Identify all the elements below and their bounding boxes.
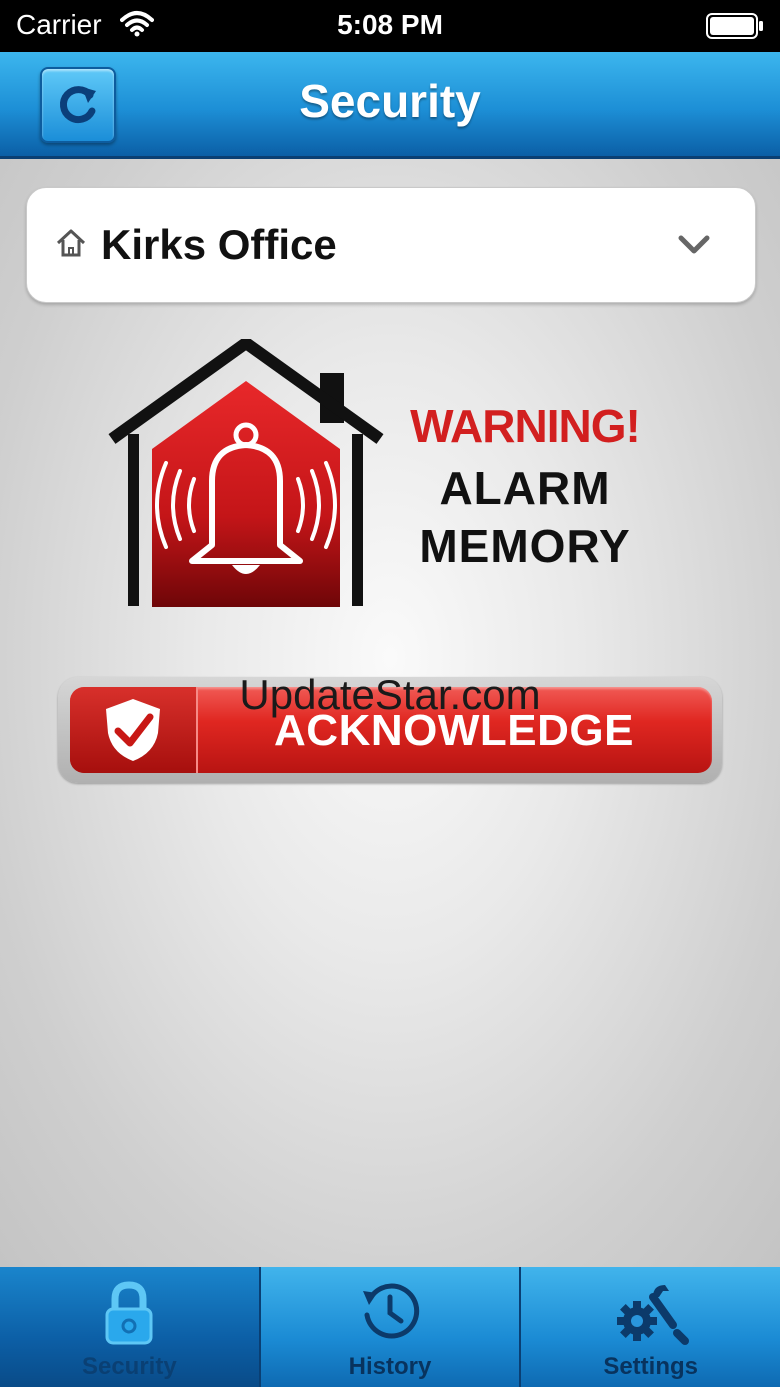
location-selector[interactable]: Kirks Office (26, 187, 756, 303)
warning-label: WARNING! (410, 400, 641, 452)
tab-history[interactable]: History (258, 1267, 520, 1387)
status-bar: Carrier 5:08 PM (0, 0, 780, 52)
alarm-label: ALARM (439, 462, 611, 514)
tab-security[interactable]: Security (0, 1267, 259, 1387)
tab-label: Security (81, 1353, 177, 1380)
battery-icon (706, 13, 763, 39)
tab-bar: Security History Settings (0, 1267, 780, 1387)
watermark: UpdateStar.com (239, 671, 541, 718)
lock-icon (105, 1281, 153, 1345)
status-time: 5:08 PM (337, 9, 443, 40)
tab-settings[interactable]: Settings (519, 1267, 780, 1387)
memory-label: MEMORY (419, 520, 631, 572)
tab-label: History (348, 1353, 432, 1380)
clock-history-icon (363, 1283, 420, 1339)
nav-bar: Security (0, 52, 780, 159)
location-name: Kirks Office (101, 221, 337, 268)
alarm-bell-house-icon (108, 339, 384, 607)
page-title: Security (299, 75, 481, 127)
gear-wrench-icon (616, 1285, 689, 1345)
home-icon (56, 229, 86, 257)
main-content: Kirks Office WARNING! ALARM MEMORY ACKNO… (0, 159, 780, 1267)
tab-label: Settings (603, 1353, 699, 1380)
chevron-down-icon[interactable] (677, 234, 711, 256)
